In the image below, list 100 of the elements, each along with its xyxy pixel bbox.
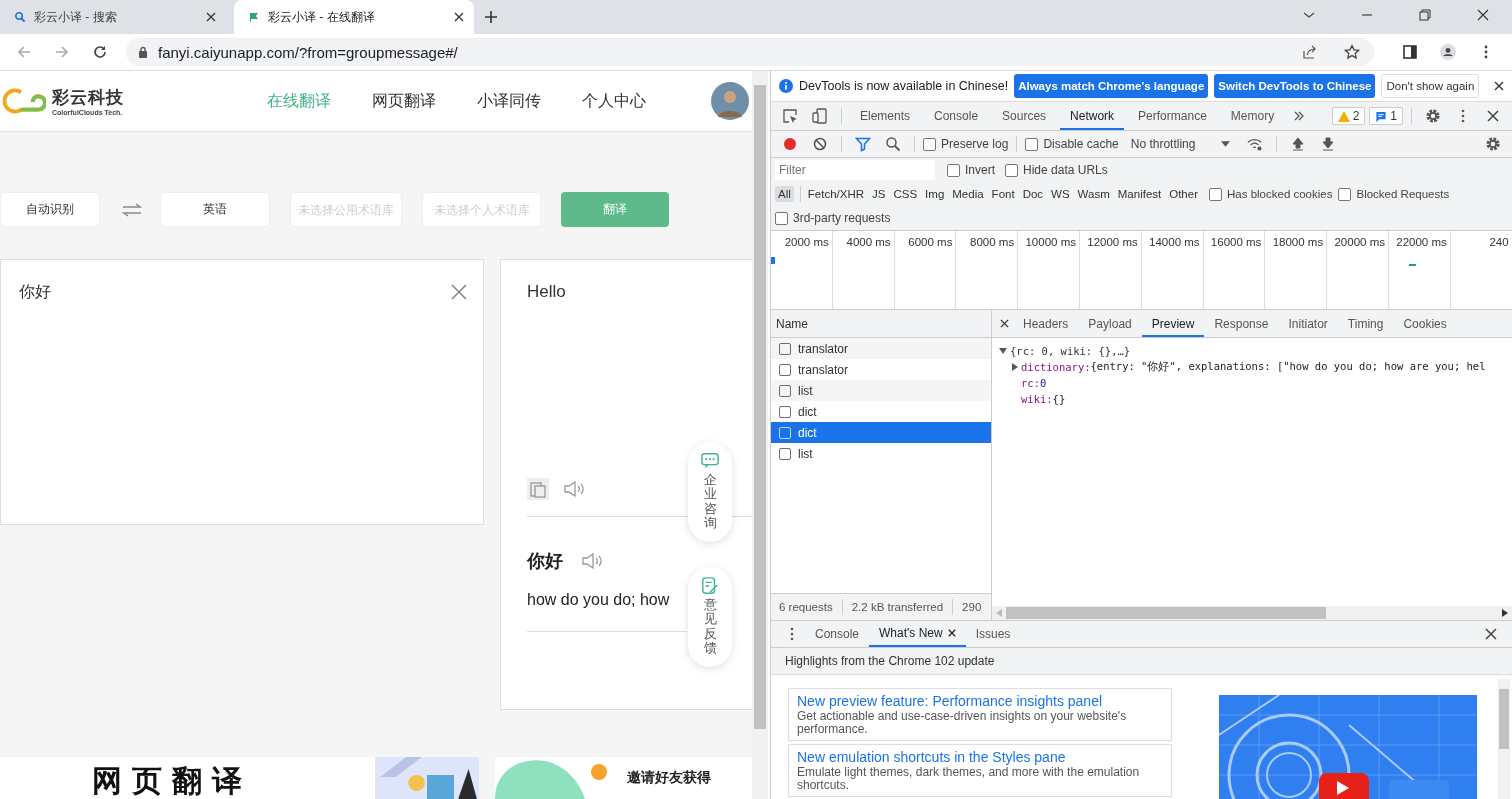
devtools-tab[interactable]: Elements — [850, 102, 921, 130]
message-icon — [1375, 110, 1388, 122]
devtools-tab[interactable]: Sources — [992, 102, 1057, 130]
request-row[interactable]: list — [771, 380, 991, 401]
time-tick: 6000 ms — [908, 236, 953, 248]
source-text[interactable]: 你好 — [19, 282, 51, 303]
checkbox[interactable]: Hide data URLs — [1005, 163, 1108, 177]
drawer-tab[interactable]: Console — [805, 621, 870, 647]
scrollbar[interactable] — [1498, 679, 1510, 799]
scrollbar[interactable] — [992, 606, 1512, 620]
filter-field[interactable]: Filter — [775, 160, 935, 180]
type-filter[interactable]: Img — [922, 186, 948, 202]
warning-icon — [1337, 110, 1350, 122]
time-tick: 8000 ms — [970, 236, 1015, 248]
feature-link[interactable]: New emulation shortcuts in the Styles pane — [797, 748, 1163, 766]
devtools-tab[interactable]: Memory — [1220, 102, 1285, 130]
close-icon[interactable] — [947, 629, 956, 637]
time-tick: 22000 ms — [1396, 236, 1447, 248]
column-header[interactable]: Name — [776, 316, 808, 331]
nav-link[interactable]: 小译同传 — [477, 90, 541, 112]
feature-card[interactable]: New preview feature: Performance insights panel Get actionable and use-case-driven insights on your website's performance. — [788, 688, 1172, 741]
scrollbar[interactable] — [752, 71, 768, 799]
type-filter[interactable]: Manifest — [1114, 186, 1165, 202]
type-filter[interactable]: All — [775, 186, 794, 202]
avatar[interactable] — [710, 81, 750, 121]
request-row[interactable]: list — [771, 443, 991, 464]
restore-icon[interactable] — [1418, 8, 1432, 22]
close-icon[interactable] — [206, 12, 216, 22]
request-row[interactable]: dict — [771, 422, 991, 443]
summary-text: 2.2 kB transferred — [851, 601, 944, 613]
infobar-button[interactable]: Switch DevTools to Chinese — [1214, 74, 1376, 98]
dictionary-explanation: how do you do; how — [527, 591, 687, 632]
source-language-select[interactable]: 自动识别 — [0, 192, 100, 227]
feature-description: Get actionable and use-case-driven insights on your website's performance. — [797, 710, 1128, 736]
checkbox[interactable]: Preserve log — [923, 137, 1009, 151]
target-language-select[interactable]: 英语 — [160, 192, 270, 227]
request-row[interactable]: translator — [771, 359, 991, 380]
option-checkbox[interactable]: 3rd-party requests — [775, 211, 891, 225]
share-icon[interactable] — [1302, 44, 1318, 60]
drawer-tab[interactable]: Issues — [965, 621, 1021, 647]
infobar-button[interactable]: Don't show again — [1381, 74, 1480, 98]
browser-tab[interactable]: 彩云小译 - 在线翻译 — [234, 0, 474, 34]
arrow-right-icon[interactable] — [1502, 609, 1508, 617]
detail-tab[interactable]: Initiator — [1278, 310, 1338, 337]
promo-banner[interactable]: 邀请好友获得 — [494, 757, 752, 799]
close-icon[interactable] — [454, 12, 464, 22]
edit-icon — [701, 577, 719, 595]
speaker-icon[interactable] — [563, 480, 585, 498]
infobar-button[interactable]: Always match Chrome's language — [1014, 74, 1209, 98]
option-checkbox[interactable]: Blocked Requests — [1338, 187, 1450, 201]
type-filter[interactable]: JS — [869, 186, 889, 202]
type-filter[interactable]: Fetch/XHR — [804, 186, 868, 202]
json-root[interactable]: {rc: 0, wiki: {},…} — [999, 343, 1512, 359]
messages-badge[interactable]: 1 — [1369, 107, 1403, 125]
detail-tab[interactable]: Preview — [1141, 310, 1205, 337]
chat-icon — [701, 452, 719, 470]
new-tab-icon[interactable] — [484, 10, 498, 24]
option-checkbox[interactable]: Has blocked cookies — [1209, 187, 1333, 201]
type-filter[interactable]: Font — [988, 186, 1018, 202]
warnings-badge[interactable]: 2 — [1331, 107, 1366, 125]
request-row[interactable]: translator — [771, 338, 991, 359]
detail-tab[interactable]: Payload — [1078, 310, 1142, 337]
logo-name: 彩云科技 — [52, 87, 124, 109]
swap-icon[interactable] — [122, 202, 142, 217]
address-bar[interactable]: fanyi.caiyunapp.com/?from=groupmessage#/ — [126, 38, 1374, 66]
json-property[interactable]: rc:0 — [999, 375, 1512, 391]
type-filter[interactable]: Other — [1166, 186, 1201, 202]
json-property[interactable]: dictionary:{entry: "你好", explanations: ["how do you do; how are you; hel — [999, 359, 1512, 375]
throttling-dropdown[interactable]: No throttling — [1130, 137, 1196, 151]
star-icon[interactable] — [1344, 44, 1360, 60]
type-filter[interactable]: CSS — [890, 186, 921, 202]
nav-link[interactable]: 网页翻译 — [372, 90, 436, 112]
type-filter[interactable]: WS — [1048, 186, 1073, 202]
time-tick: 20000 ms — [1334, 236, 1385, 248]
close-icon[interactable] — [1494, 81, 1504, 91]
browser-tab[interactable]: 彩云小译 - 搜索 — [0, 0, 226, 34]
caret-icon[interactable] — [1221, 141, 1231, 147]
detail-tab[interactable]: Cookies — [1393, 310, 1457, 337]
time-tick: 14000 ms — [1149, 236, 1200, 248]
json-property[interactable]: wiki:{} — [999, 391, 1512, 407]
devtools-tab[interactable]: Console — [924, 102, 989, 130]
floating-button[interactable]: 意见反馈 — [688, 567, 732, 668]
type-filter[interactable]: Doc — [1019, 186, 1047, 202]
nav-link[interactable]: 个人中心 — [582, 90, 646, 112]
detail-tab[interactable]: Timing — [1337, 310, 1394, 337]
promo-banner[interactable]: 网页翻译 — [0, 757, 479, 799]
type-filter[interactable]: Media — [949, 186, 987, 202]
feature-card[interactable]: New emulation shortcuts in the Styles pane Emulate light themes, dark themes, and more with the emulation shortcuts. — [788, 744, 1172, 797]
request-row[interactable]: dict — [771, 401, 991, 422]
feature-link[interactable]: New preview feature: Performance insights panel — [797, 692, 1163, 710]
detail-tab[interactable]: Response — [1204, 310, 1279, 337]
type-filter[interactable]: Wasm — [1074, 186, 1113, 202]
close-icon[interactable] — [1476, 8, 1490, 22]
detail-tab[interactable]: Headers — [1013, 310, 1079, 337]
devtools-tab[interactable]: Performance — [1128, 102, 1217, 130]
checkbox[interactable]: Disable cache — [1025, 137, 1119, 151]
close-icon[interactable] — [1000, 319, 1009, 328]
floating-button[interactable]: 企业咨询 — [688, 442, 732, 543]
speaker-icon[interactable] — [581, 552, 603, 570]
checkbox[interactable]: Invert — [947, 163, 995, 177]
